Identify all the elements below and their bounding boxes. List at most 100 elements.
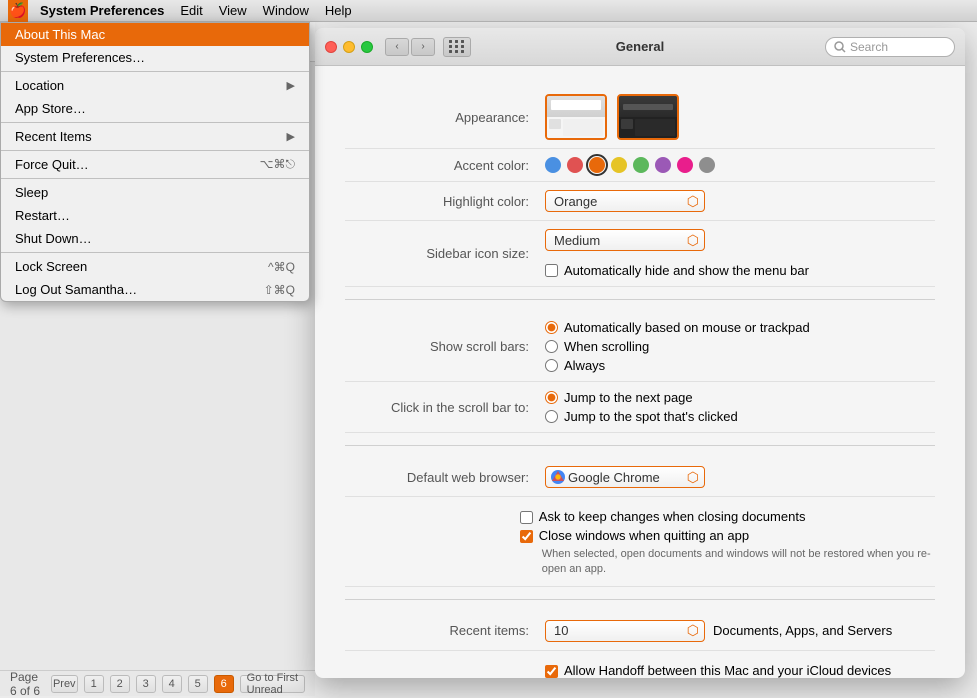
zoom-button[interactable]: [361, 41, 373, 53]
scroll-auto-radio[interactable]: [545, 321, 558, 334]
highlight-color-label: Highlight color:: [345, 194, 545, 209]
click-scroll-bar-row: Click in the scroll bar to: Jump to the …: [345, 382, 935, 433]
dropdown-item-system-prefs[interactable]: System Preferences…: [1, 46, 309, 72]
color-circles: [545, 157, 715, 173]
default-browser-select[interactable]: Google Chrome Safari Firefox: [545, 466, 705, 488]
search-placeholder: Search: [850, 40, 888, 54]
submenu-arrow-icon: ▶: [287, 79, 295, 92]
appearance-options: [545, 94, 679, 140]
color-orange[interactable]: [589, 157, 605, 173]
click-jump-spot-radio[interactable]: [545, 410, 558, 423]
sidebar-icon-size-select-wrapper[interactable]: Small Medium Large ⬡: [545, 229, 705, 251]
apple-menu[interactable]: 🍎: [8, 0, 28, 22]
default-browser-label: Default web browser:: [345, 470, 545, 485]
color-graphite[interactable]: [699, 157, 715, 173]
dropdown-item-sleep[interactable]: Sleep: [1, 181, 309, 204]
scroll-when-radio[interactable]: [545, 340, 558, 353]
checkboxes-spacer: [345, 505, 520, 578]
color-yellow[interactable]: [611, 157, 627, 173]
color-pink[interactable]: [677, 157, 693, 173]
dropdown-item-label: Sleep: [15, 185, 48, 200]
forward-button[interactable]: ›: [411, 38, 435, 56]
scroll-auto-label: Automatically based on mouse or trackpad: [564, 320, 810, 335]
color-blue[interactable]: [545, 157, 561, 173]
dropdown-item-about[interactable]: About This Mac: [1, 23, 309, 46]
allow-handoff-label: Allow Handoff between this Mac and your …: [564, 663, 891, 678]
go-to-first-unread-button[interactable]: Go to First Unread: [240, 675, 305, 693]
color-purple[interactable]: [655, 157, 671, 173]
click-jump-page-radio[interactable]: [545, 391, 558, 404]
dropdown-item-log-out[interactable]: Log Out Samantha… ⇧⌘Q: [1, 278, 309, 301]
default-browser-select-wrapper[interactable]: Google Chrome Safari Firefox ⬡: [545, 466, 705, 488]
dropdown-item-lock-screen[interactable]: Lock Screen ^⌘Q: [1, 255, 309, 278]
menubar-item-system-preferences[interactable]: System Preferences: [32, 0, 172, 22]
highlight-color-select-wrapper[interactable]: Orange Blue Purple Pink Red Gold Green G…: [545, 190, 705, 212]
close-button[interactable]: [325, 41, 337, 53]
window-title: General: [616, 39, 664, 54]
light-theme-option[interactable]: [545, 94, 607, 140]
dropdown-item-label: Force Quit…: [15, 157, 89, 172]
auto-hide-menubar-checkbox[interactable]: [545, 264, 558, 277]
menubar-item-help[interactable]: Help: [317, 0, 360, 22]
click-scroll-radio-group: Jump to the next page Jump to the spot t…: [545, 390, 738, 424]
page-4-button[interactable]: 4: [162, 675, 182, 693]
apple-dropdown-menu: About This Mac System Preferences… Locat…: [0, 22, 310, 302]
sidebar-icon-size-select[interactable]: Small Medium Large: [545, 229, 705, 251]
menubar-item-edit[interactable]: Edit: [172, 0, 210, 22]
minimize-button[interactable]: [343, 41, 355, 53]
click-jump-spot-row: Jump to the spot that's clicked: [545, 409, 738, 424]
page-5-button[interactable]: 5: [188, 675, 208, 693]
ask-keep-changes-checkbox[interactable]: [520, 511, 533, 524]
dropdown-item-label: System Preferences…: [15, 50, 145, 65]
dropdown-item-restart[interactable]: Restart…: [1, 204, 309, 227]
dropdown-item-label: App Store…: [15, 101, 86, 116]
page-1-button[interactable]: 1: [84, 675, 104, 693]
highlight-color-select[interactable]: Orange Blue Purple Pink Red Gold Green G…: [545, 190, 705, 212]
dark-theme-option[interactable]: [617, 94, 679, 140]
recent-items-select-wrapper[interactable]: None 5 10 15 20 30 50 ⬡: [545, 620, 705, 642]
dropdown-item-label: Restart…: [15, 208, 70, 223]
menubar-item-window[interactable]: Window: [255, 0, 317, 22]
sidebar-icon-size-row: Sidebar icon size: Small Medium Large ⬡ …: [345, 221, 935, 287]
ask-keep-changes-label: Ask to keep changes when closing documen…: [539, 509, 806, 524]
auto-hide-menubar-row: Automatically hide and show the menu bar: [545, 263, 935, 278]
dropdown-item-force-quit[interactable]: Force Quit… ⌥⌘⎋: [1, 153, 309, 179]
show-scroll-bars-label: Show scroll bars:: [345, 339, 545, 354]
shortcut-label: ⌥⌘⎋: [260, 157, 295, 172]
dropdown-item-recent-items[interactable]: Recent Items ▶: [1, 125, 309, 151]
dropdown-item-label: Lock Screen: [15, 259, 87, 274]
color-green[interactable]: [633, 157, 649, 173]
dropdown-item-app-store[interactable]: App Store…: [1, 97, 309, 123]
close-windows-checkbox[interactable]: [520, 530, 533, 543]
back-button[interactable]: ‹: [385, 38, 409, 56]
dropdown-item-label: About This Mac: [15, 27, 105, 42]
recent-items-select[interactable]: None 5 10 15 20 30 50: [545, 620, 705, 642]
accent-color-label: Accent color:: [345, 158, 545, 173]
click-jump-spot-label: Jump to the spot that's clicked: [564, 409, 738, 424]
allow-handoff-checkbox[interactable]: [545, 665, 558, 678]
section-divider-3: [345, 599, 935, 600]
grid-dots-icon: [449, 40, 465, 53]
shortcut-label: ⇧⌘Q: [264, 283, 295, 297]
page-3-button[interactable]: 3: [136, 675, 156, 693]
menubar: 🍎 System Preferences Edit View Window He…: [0, 0, 977, 22]
page-6-button[interactable]: 6: [214, 675, 234, 693]
scroll-always-radio[interactable]: [545, 359, 558, 372]
dropdown-item-label: Shut Down…: [15, 231, 92, 246]
grid-view-button[interactable]: [443, 37, 471, 57]
menubar-item-view[interactable]: View: [211, 0, 255, 22]
scroll-always-row: Always: [545, 358, 810, 373]
window-content: Appearance:: [315, 66, 965, 678]
search-box[interactable]: Search: [825, 37, 955, 57]
accent-color-row: Accent color:: [345, 149, 935, 182]
prev-page-button[interactable]: Prev: [51, 675, 78, 693]
traffic-lights: [325, 41, 373, 53]
dropdown-item-location[interactable]: Location ▶: [1, 74, 309, 97]
dropdown-item-label: Log Out Samantha…: [15, 282, 137, 297]
color-red[interactable]: [567, 157, 583, 173]
recent-items-control: None 5 10 15 20 30 50 ⬡ Documents, Apps,…: [545, 620, 935, 642]
dropdown-item-shut-down[interactable]: Shut Down…: [1, 227, 309, 253]
appearance-label: Appearance:: [345, 110, 545, 125]
page-2-button[interactable]: 2: [110, 675, 130, 693]
scroll-bars-radio-group: Automatically based on mouse or trackpad…: [545, 320, 810, 373]
